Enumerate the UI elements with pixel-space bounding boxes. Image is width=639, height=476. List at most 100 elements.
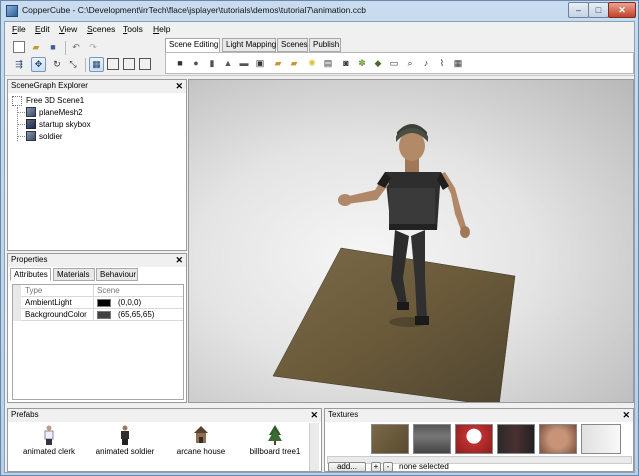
- grid-row-backgroundcolor[interactable]: BackgroundColor (65,65,65): [13, 309, 183, 321]
- prefabs-scrollbar[interactable]: [309, 423, 319, 471]
- prefab-label: billboard tree1: [249, 447, 301, 456]
- prefab-item[interactable]: arcane house: [166, 425, 236, 461]
- close-window-button[interactable]: ✕: [608, 2, 636, 18]
- texture-armor-thumbnail[interactable]: [413, 424, 451, 454]
- water-icon[interactable]: ▭: [388, 57, 400, 69]
- tab-attributes[interactable]: Attributes: [10, 268, 51, 281]
- tree-thumbnail-icon: [268, 425, 282, 445]
- tree-item-root[interactable]: Free 3D Scene1: [26, 95, 84, 106]
- maximize-button[interactable]: □: [588, 2, 609, 18]
- viewport-side-icon[interactable]: [139, 58, 151, 70]
- texture-ground-thumbnail[interactable]: [371, 424, 409, 454]
- textures-title: Textures: [328, 410, 359, 419]
- clerk-thumbnail-icon: [44, 425, 54, 445]
- mesh-import-icon[interactable]: ▣: [254, 57, 266, 69]
- tab-publish[interactable]: Publish: [309, 38, 341, 52]
- viewport-front-icon[interactable]: [123, 58, 135, 70]
- color-swatch[interactable]: [97, 311, 111, 319]
- texture-sky-thumbnail[interactable]: [581, 424, 621, 454]
- particle-icon[interactable]: ✽: [356, 57, 368, 69]
- texture-clothing-thumbnail[interactable]: [497, 424, 535, 454]
- animated-mesh-icon: [26, 131, 36, 141]
- camera-icon[interactable]: ◙: [340, 57, 352, 69]
- color-swatch[interactable]: [97, 299, 111, 307]
- texture-face-thumbnail[interactable]: [539, 424, 577, 454]
- open-folder-icon[interactable]: ▰: [30, 41, 42, 53]
- menu-scenes[interactable]: Scenes: [87, 24, 115, 34]
- minimize-button[interactable]: –: [568, 2, 589, 18]
- prefab-item[interactable]: animated clerk: [14, 425, 84, 461]
- tab-materials[interactable]: Materials: [53, 268, 95, 281]
- redo-icon[interactable]: ↷: [87, 41, 99, 53]
- prefabs-title: Prefabs: [11, 410, 39, 419]
- grid-header-value: Scene: [93, 285, 120, 297]
- prefab-item[interactable]: billboard tree1: [240, 425, 310, 461]
- menu-bar: File Edit View Scenes Tools Help: [5, 22, 634, 36]
- tab-scene-editing[interactable]: Scene Editing: [165, 38, 220, 53]
- tree-root-icon: [12, 96, 22, 106]
- skybox-node-icon: [26, 119, 36, 129]
- coppercube-app-icon: [6, 5, 18, 17]
- path-icon[interactable]: ⌇: [436, 57, 448, 69]
- cube-icon[interactable]: ■: [174, 57, 186, 69]
- tree-item-soldier[interactable]: soldier: [39, 131, 63, 142]
- client-area: File Edit View Scenes Tools Help ▰ ■ ↶ ↷…: [4, 21, 635, 473]
- search-icon[interactable]: ⌕: [404, 57, 416, 69]
- cylinder-icon[interactable]: ▮: [206, 57, 218, 69]
- overlay-icon[interactable]: ▦: [452, 57, 464, 69]
- soldier-thumbnail-icon: [121, 425, 129, 445]
- menu-help[interactable]: Help: [153, 24, 170, 34]
- tab-scenes[interactable]: Scenes: [277, 38, 308, 52]
- add-texture-button[interactable]: add...: [328, 462, 366, 472]
- menu-file[interactable]: File: [12, 24, 26, 34]
- close-icon[interactable]: ✕: [622, 409, 630, 421]
- textures-panel: Textures ✕ add... + - none selected: [324, 408, 634, 472]
- prefab-label: arcane house: [176, 447, 226, 456]
- prefab-folder-icon[interactable]: ▰: [288, 57, 300, 69]
- new-file-icon[interactable]: [13, 41, 25, 53]
- plus-button[interactable]: +: [371, 462, 381, 472]
- close-icon[interactable]: ✕: [310, 409, 318, 421]
- rotate-tool-icon[interactable]: ↻: [51, 58, 63, 70]
- billboard-icon[interactable]: ▤: [322, 57, 334, 69]
- select-tool-icon[interactable]: ⇶: [13, 58, 25, 70]
- grid-row-ambientlight[interactable]: AmbientLight (0,0,0): [13, 297, 183, 309]
- skybox-icon[interactable]: ◆: [372, 57, 384, 69]
- menu-view[interactable]: View: [59, 24, 77, 34]
- prefab-item[interactable]: animated soldier: [90, 425, 160, 461]
- properties-title: Properties: [11, 255, 48, 264]
- prefab-label: animated clerk: [22, 447, 76, 456]
- viewport-layout-icon[interactable]: ▦: [89, 57, 104, 72]
- close-icon[interactable]: ✕: [175, 254, 183, 266]
- texture-teeth-thumbnail[interactable]: [455, 424, 493, 454]
- save-icon[interactable]: ■: [47, 41, 59, 53]
- tree-item-skybox[interactable]: startup skybox: [39, 119, 91, 130]
- prefab-label: animated soldier: [95, 447, 155, 456]
- grid-header-type: Type: [25, 286, 43, 295]
- 3d-viewport[interactable]: [188, 79, 634, 403]
- title-bar[interactable]: CopperCube - C:\Development\irrTech\flac…: [1, 1, 638, 21]
- move-tool-icon[interactable]: ✥: [31, 57, 46, 72]
- attribute-grid: Type Scene AmbientLight (0,0,0) Backgrou…: [12, 284, 184, 400]
- tree-item-planemesh[interactable]: planeMesh2: [39, 107, 83, 118]
- scale-tool-icon[interactable]: ⤡: [67, 58, 79, 70]
- menu-edit[interactable]: Edit: [35, 24, 50, 34]
- close-icon[interactable]: ✕: [175, 80, 183, 92]
- window-title: CopperCube - C:\Development\irrTech\flac…: [22, 5, 366, 15]
- sphere-icon[interactable]: ●: [190, 57, 202, 69]
- light-icon[interactable]: ✺: [306, 57, 318, 69]
- main-toolbar: ▰ ■ ↶ ↷ ⇶ ✥ ↻ ⤡ ▦ Scene Editing Light Ma…: [5, 36, 634, 76]
- plane-icon[interactable]: ▬: [238, 57, 250, 69]
- tab-behaviour[interactable]: Behaviour: [96, 268, 138, 281]
- viewport-top-icon[interactable]: [107, 58, 119, 70]
- scenegraph-explorer-panel: SceneGraph Explorer ✕ Free 3D Scene1 pla…: [7, 79, 187, 251]
- sound-icon[interactable]: ♪: [420, 57, 432, 69]
- minus-button[interactable]: -: [383, 462, 393, 472]
- tab-light-mapping[interactable]: Light Mapping: [222, 38, 276, 52]
- properties-header: Properties ✕: [8, 254, 186, 267]
- prefabs-panel: Prefabs ✕ animated clerk animated soldie…: [7, 408, 322, 472]
- undo-icon[interactable]: ↶: [70, 41, 82, 53]
- folder-import-icon[interactable]: ▰: [272, 57, 284, 69]
- cone-icon[interactable]: ▲: [222, 57, 234, 69]
- menu-tools[interactable]: Tools: [123, 24, 143, 34]
